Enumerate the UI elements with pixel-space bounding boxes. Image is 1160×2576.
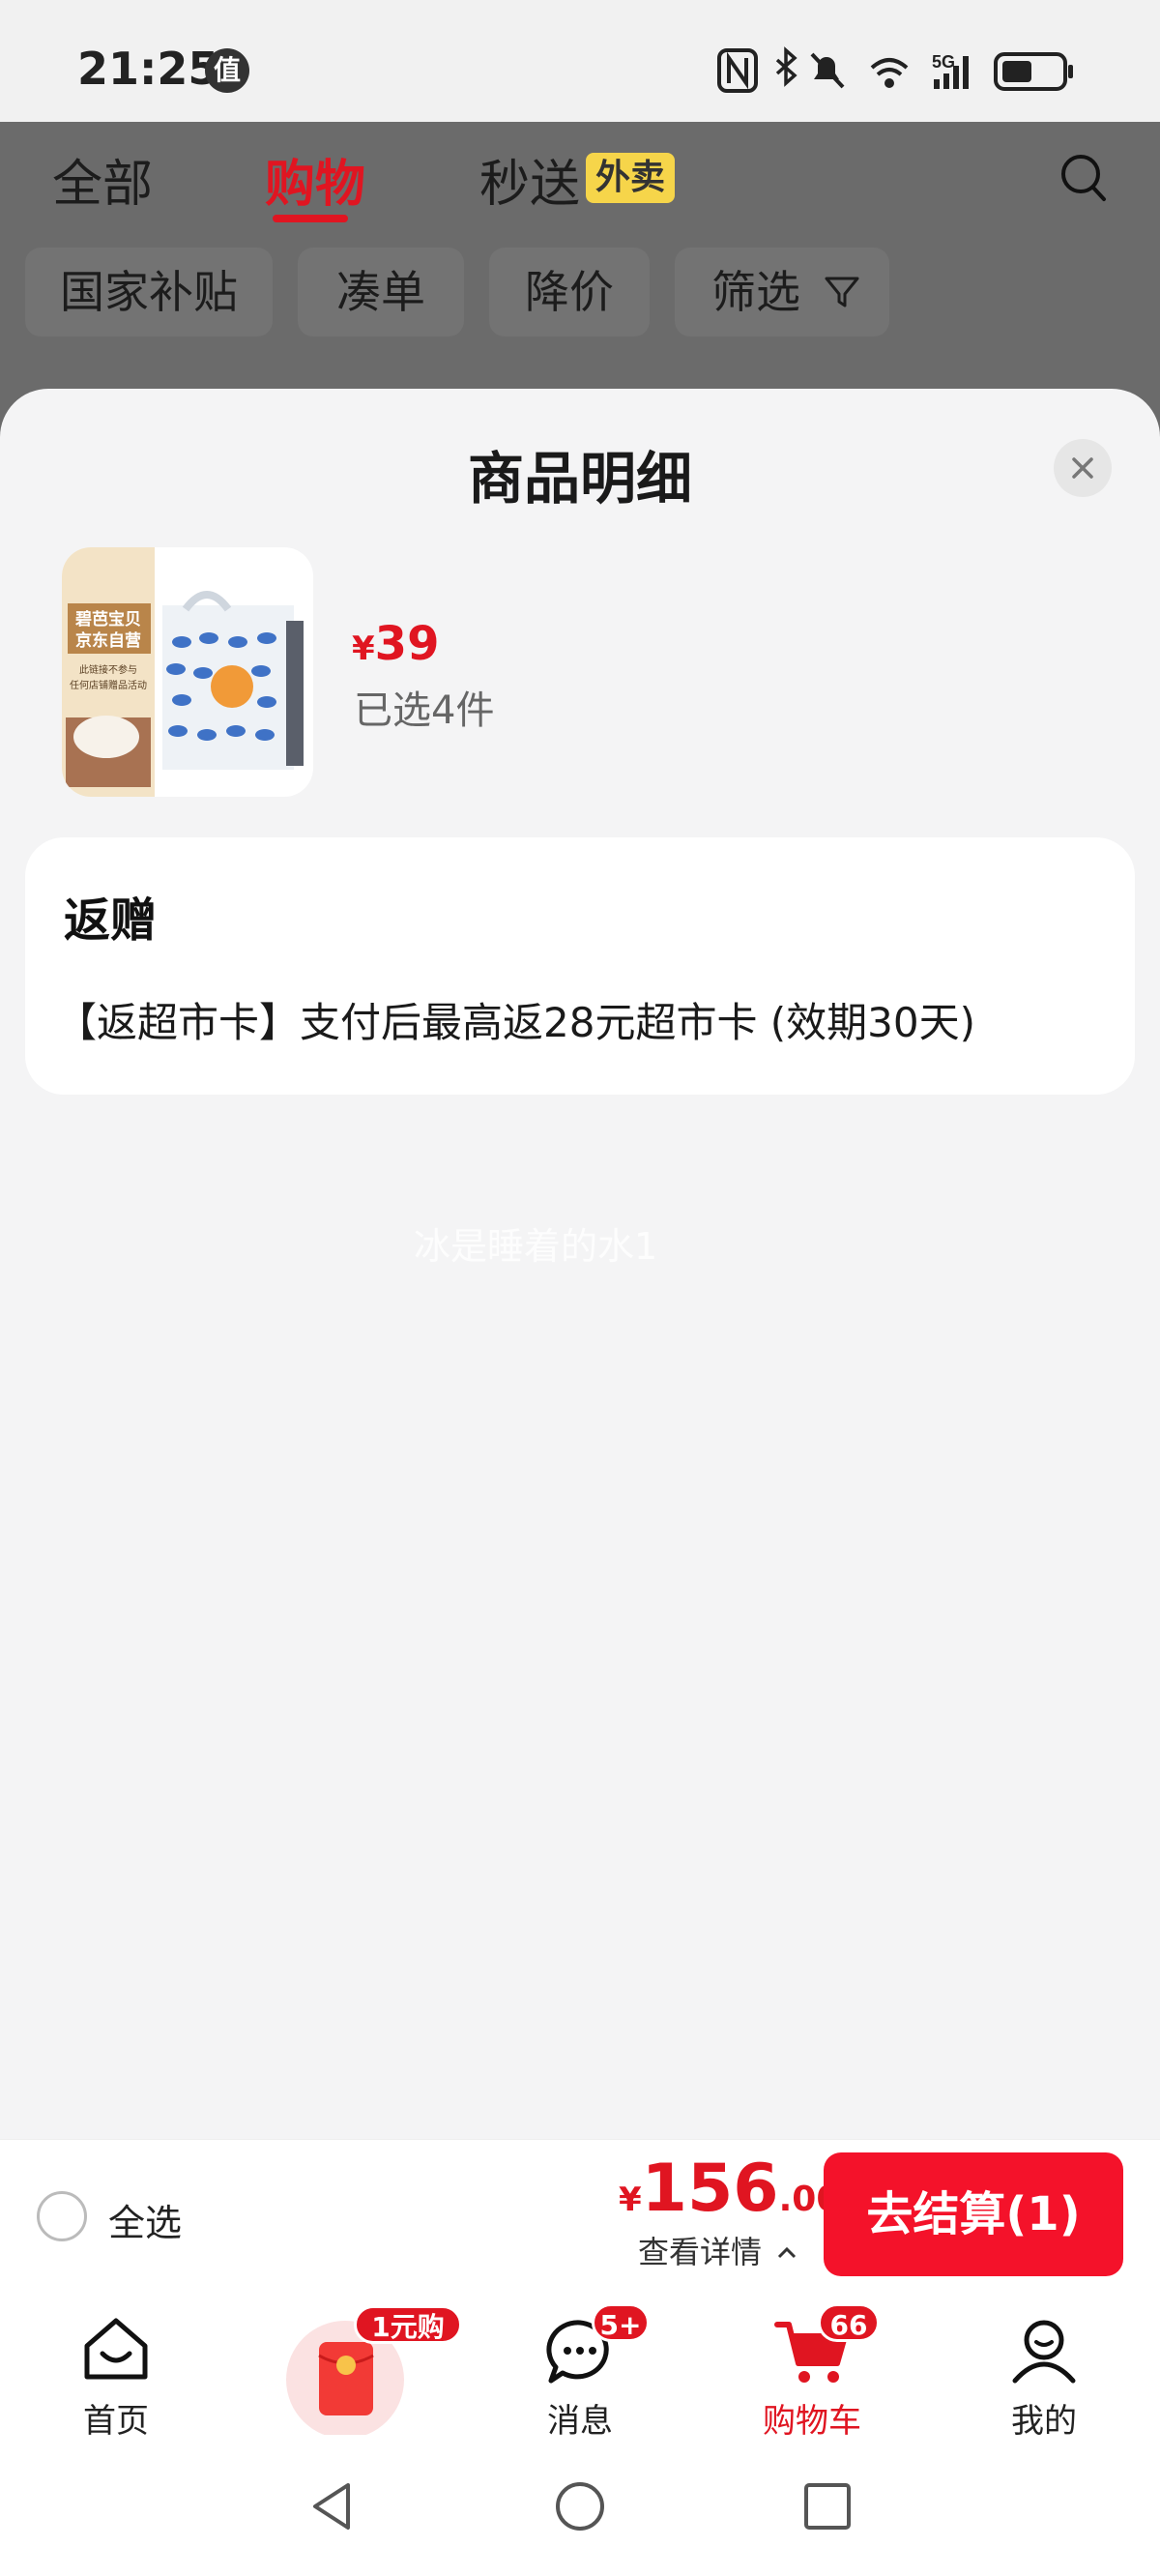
status-time: 21:25 (77, 43, 219, 95)
close-button[interactable] (1054, 439, 1112, 497)
status-bar: 21:25 值 5G (0, 0, 1160, 122)
product-image-brand: 碧芭宝贝 (74, 609, 141, 629)
product-price: ¥39 (352, 617, 439, 671)
5g-label: 5G (932, 52, 955, 72)
view-details-label: 查看详情 (638, 2234, 763, 2270)
product-image-note2: 任何店铺赠品活动 (70, 679, 147, 691)
system-nav-bar (0, 2435, 1160, 2576)
chip-national-subsidy[interactable]: 国家补贴 (25, 248, 273, 337)
total-currency: ¥ (619, 2181, 642, 2219)
total-price: ¥156.00 (619, 2151, 840, 2227)
mute-icon (810, 52, 845, 89)
tab-shopping[interactable]: 购物 (265, 143, 365, 216)
product-image[interactable]: 碧芭宝贝 京东自营 此链接不参与 任何店铺赠品活动 (62, 547, 313, 797)
select-all-label[interactable]: 全选 (108, 2193, 182, 2246)
home-icon (84, 2318, 148, 2380)
nfc-n (727, 51, 748, 90)
rebate-card-title: 返赠 (64, 893, 158, 948)
app-notification-icon: 值 (205, 48, 249, 93)
profile-icon (1012, 2320, 1076, 2384)
home-circle-icon[interactable] (553, 2479, 607, 2533)
sheet-title: 商品明细 (467, 446, 692, 512)
product-image-jd: 京东自营 (75, 630, 141, 651)
recents-icon[interactable] (800, 2479, 855, 2533)
price-currency: ¥ (352, 629, 375, 668)
tab-active-indicator (273, 215, 348, 222)
nav-messages-badge: 5+ (592, 2303, 650, 2342)
status-icons: 5G (717, 46, 1073, 93)
nav-cart-badge: 66 (818, 2303, 880, 2342)
search-icon[interactable] (1058, 151, 1110, 205)
close-icon (1072, 457, 1093, 479)
waimai-badge: 外卖 (586, 153, 676, 203)
chip-filter-label: 筛选 (711, 266, 800, 318)
select-all-radio[interactable] (37, 2191, 87, 2241)
tab-all[interactable]: 全部 (52, 143, 153, 216)
rebate-card (25, 837, 1135, 1095)
chip-filter[interactable]: 筛选 (675, 248, 889, 337)
product-image-note1: 此链接不参与 (79, 663, 137, 676)
checkout-button[interactable]: 去结算(1) (824, 2152, 1123, 2276)
watermark: 冰是睡着的水1 (414, 1225, 658, 1268)
back-icon[interactable] (305, 2479, 360, 2533)
chip-coudan[interactable]: 凑单 (298, 248, 464, 337)
battery-icon (994, 52, 1073, 91)
chip-price-drop[interactable]: 降价 (489, 248, 650, 337)
nav-one-yuan-badge: 1元购 (354, 2305, 462, 2344)
bluetooth-icon (775, 46, 798, 87)
view-details-link[interactable]: 查看详情 (638, 2228, 798, 2272)
total-integer: 156 (641, 2151, 779, 2227)
tab-miaosong[interactable]: 秒送 (479, 143, 580, 216)
wifi-icon (870, 58, 909, 88)
rebate-card-text: 【返超市卡】支付后最高返28元超市卡 (效期30天) (56, 999, 976, 1046)
filter-icon (825, 277, 859, 307)
selected-count: 已选4件 (354, 688, 495, 733)
price-value: 39 (374, 617, 440, 671)
product-image-graphic: 碧芭宝贝 京东自营 此链接不参与 任何店铺赠品活动 (62, 547, 304, 797)
chevron-up-icon (778, 2246, 797, 2259)
